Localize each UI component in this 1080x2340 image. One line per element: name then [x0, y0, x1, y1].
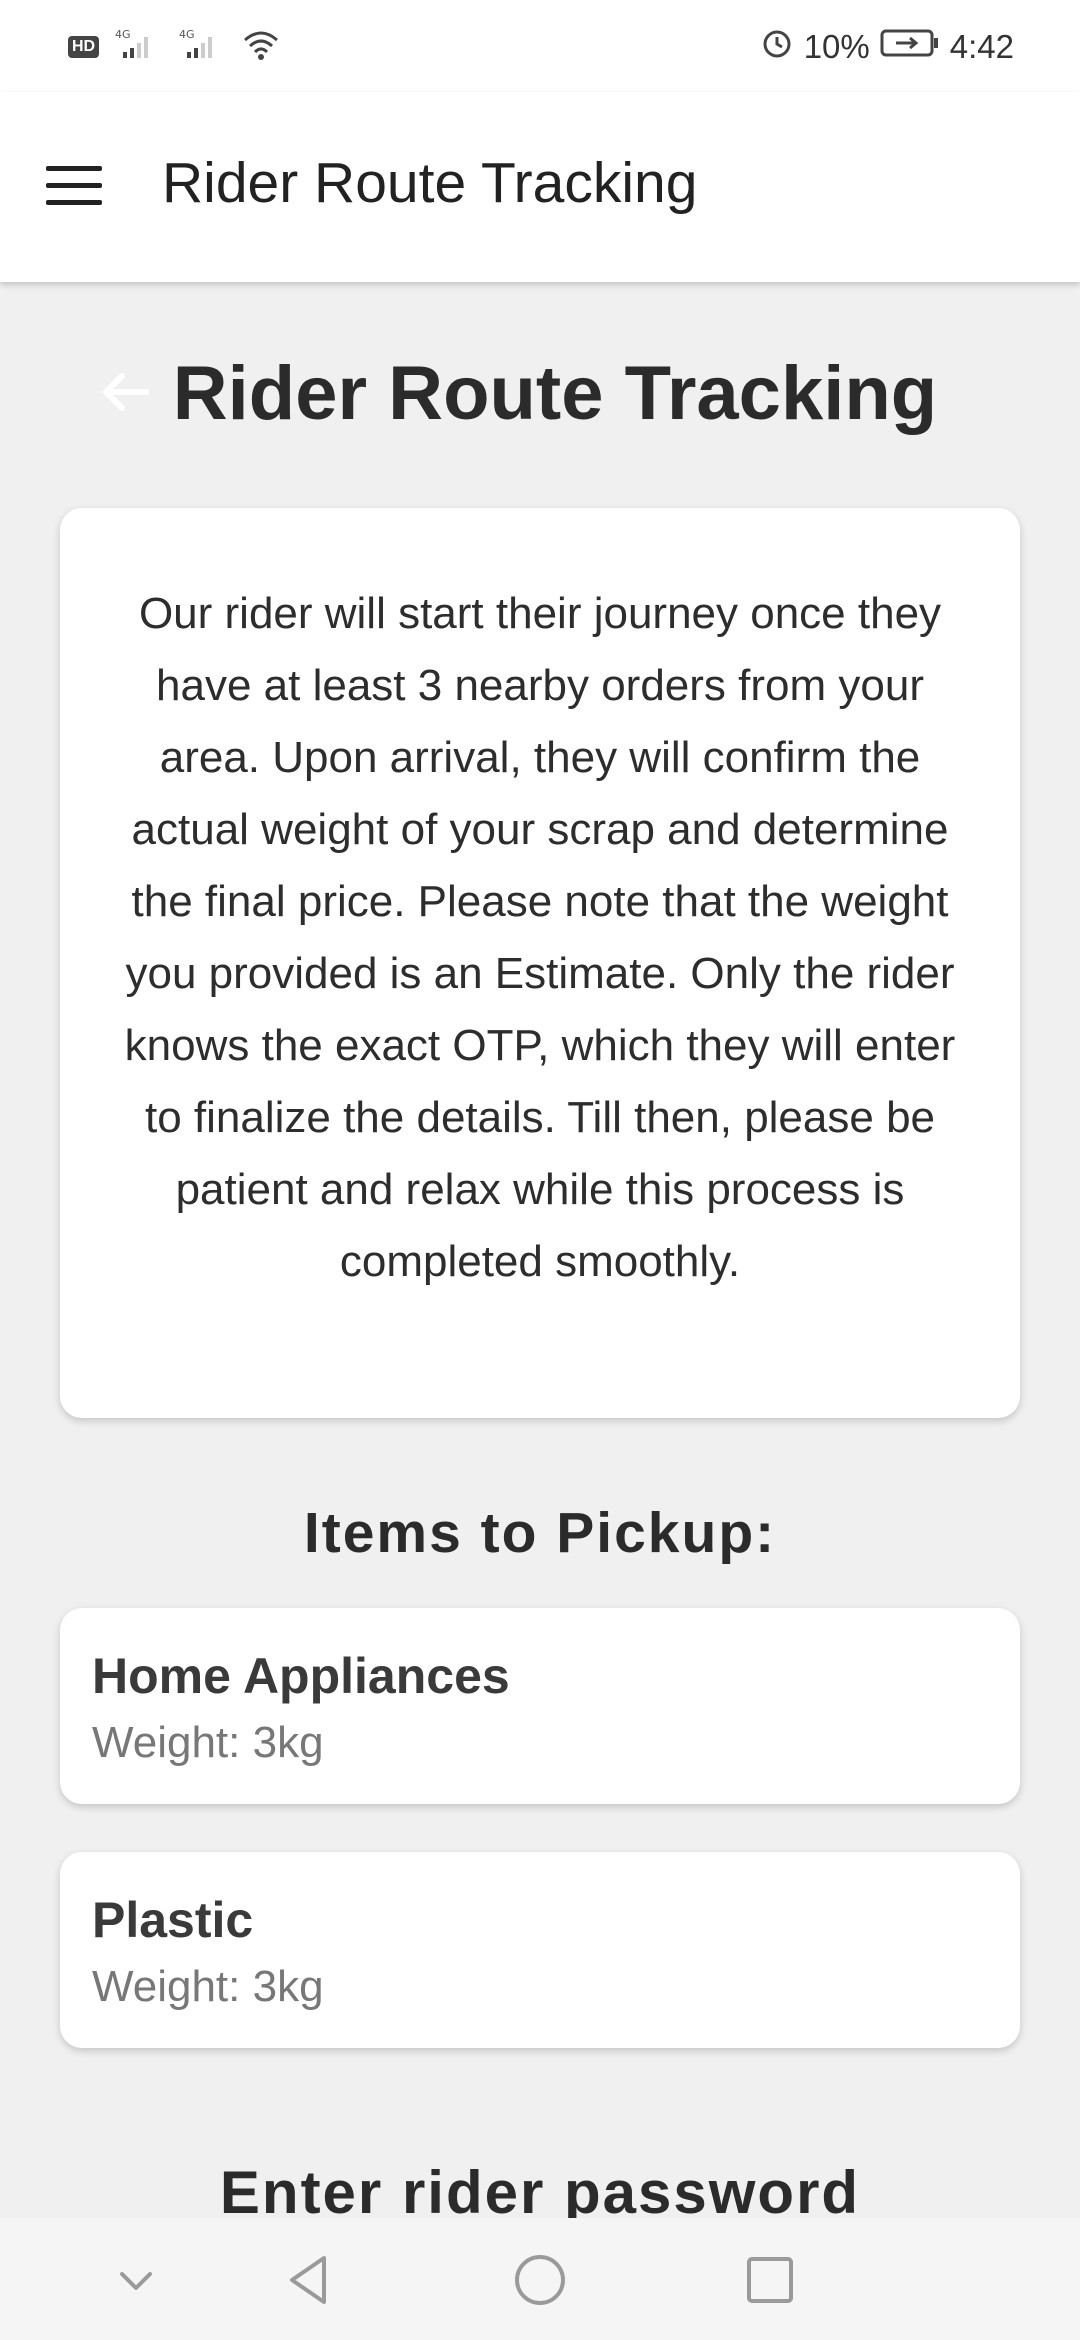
square-recent-icon[interactable]: [738, 2248, 802, 2312]
circle-home-icon[interactable]: [508, 2248, 572, 2312]
pickup-item-card: Home Appliances Weight: 3kg: [60, 1608, 1020, 1804]
rider-password-label: Enter rider password: [219, 2159, 861, 2226]
network-label-1: 4G: [115, 28, 131, 41]
chevron-down-icon[interactable]: [104, 2248, 168, 2312]
item-weight: Weight: 3kg: [92, 1962, 324, 2011]
clock-time: 4:42: [949, 28, 1014, 65]
network-label-2: 4G: [179, 28, 195, 41]
hd-badge: HD: [68, 35, 100, 58]
wifi-icon: [241, 26, 281, 67]
item-weight: Weight: 3kg: [92, 1718, 324, 1767]
page-title: Rider Route Tracking: [172, 351, 938, 436]
battery-percent: 10%: [803, 28, 870, 65]
pickup-item-card: Plastic Weight: 3kg: [60, 1852, 1020, 2048]
signal-icon-2: 4G: [177, 26, 227, 67]
app-bar-title: Rider Route Tracking: [162, 151, 698, 215]
items-heading: Items to Pickup:: [303, 1501, 777, 1565]
item-name: Plastic: [92, 1892, 254, 1948]
status-right: 10% 4:42: [760, 26, 1014, 68]
status-bar: HD 4G 4G 10% 4:42: [0, 0, 1080, 92]
battery-icon: [880, 27, 940, 67]
item-name: Home Appliances: [92, 1648, 510, 1704]
info-text: Our rider will start their journey once …: [124, 589, 956, 1286]
status-left: HD 4G 4G: [68, 26, 281, 67]
app-bar: Rider Route Tracking: [0, 92, 1080, 282]
signal-icon-1: 4G: [113, 26, 163, 67]
triangle-back-icon[interactable]: [278, 2248, 342, 2312]
hamburger-menu-icon[interactable]: [46, 166, 102, 206]
info-card: Our rider will start their journey once …: [60, 508, 1020, 1418]
alarm-icon: [760, 26, 794, 68]
system-nav-bar: [0, 2218, 1080, 2340]
